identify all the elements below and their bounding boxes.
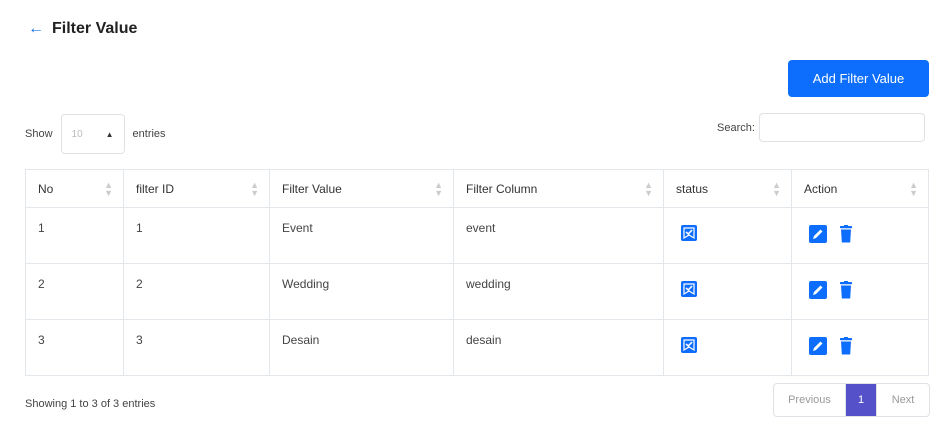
sort-icon: ▲ ▼ — [434, 180, 443, 198]
column-header-no[interactable]: No ▲ ▼ — [25, 169, 124, 208]
table-row: 2 2 Wedding wedding — [25, 263, 929, 320]
cell-filter-id: 2 — [123, 263, 270, 320]
entries-length-value: 10 — [71, 128, 83, 140]
action-buttons — [809, 281, 916, 299]
edit-icon[interactable] — [809, 337, 827, 355]
entries-label: entries — [132, 128, 166, 140]
cell-status — [663, 319, 792, 376]
cell-no: 1 — [25, 207, 124, 264]
cell-filter-value: Event — [269, 207, 454, 264]
table-row: 3 3 Desain desain — [25, 319, 929, 376]
page-header: ← Filter Value — [28, 20, 137, 38]
cell-no: 2 — [25, 263, 124, 320]
trash-icon[interactable] — [837, 281, 855, 299]
cell-filter-value: Wedding — [269, 263, 454, 320]
pagination: Previous 1 Next — [773, 383, 930, 417]
column-header-filter-column[interactable]: Filter Column ▲ ▼ — [453, 169, 664, 208]
search-control: Search: — [717, 113, 925, 142]
cell-status — [663, 207, 792, 264]
sort-icon: ▲ ▼ — [772, 180, 781, 198]
check-badge-icon[interactable] — [681, 281, 697, 297]
cell-action — [791, 319, 929, 376]
add-filter-value-button[interactable]: Add Filter Value — [788, 60, 929, 97]
check-badge-icon[interactable] — [681, 225, 697, 241]
page-title: Filter Value — [52, 20, 138, 37]
filter-value-table: No ▲ ▼ filter ID ▲ ▼ Filter Value ▲ ▼ Filter C… — [25, 169, 929, 376]
check-badge-icon[interactable] — [681, 337, 697, 353]
sort-icon: ▲ ▼ — [250, 180, 259, 198]
cell-filter-column: wedding — [453, 263, 664, 320]
table-row: 1 1 Event event — [25, 207, 929, 264]
column-header-filter-id[interactable]: filter ID ▲ ▼ — [123, 169, 270, 208]
search-input[interactable] — [758, 113, 925, 142]
cell-filter-id: 3 — [123, 319, 270, 376]
cell-filter-column: desain — [453, 319, 664, 376]
pagination-page-1[interactable]: 1 — [846, 384, 876, 416]
cell-action — [791, 263, 929, 320]
arrow-left-icon[interactable]: ← — [28, 21, 44, 37]
cell-filter-column: event — [453, 207, 664, 264]
trash-icon[interactable] — [837, 225, 855, 243]
column-header-status[interactable]: status ▲ ▼ — [663, 169, 792, 208]
show-label: Show — [25, 128, 53, 140]
edit-icon[interactable] — [809, 281, 827, 299]
pagination-previous[interactable]: Previous — [774, 384, 846, 416]
cell-no: 3 — [25, 319, 124, 376]
column-header-action[interactable]: Action ▲ ▼ — [791, 169, 929, 208]
table-header-row: No ▲ ▼ filter ID ▲ ▼ Filter Value ▲ ▼ Filter C… — [25, 169, 929, 208]
edit-icon[interactable] — [809, 225, 827, 243]
cell-filter-value: Desain — [269, 319, 454, 376]
column-header-filter-value[interactable]: Filter Value ▲ ▼ — [269, 169, 454, 208]
pagination-next[interactable]: Next — [876, 384, 929, 416]
action-buttons — [809, 337, 916, 355]
cell-action — [791, 207, 929, 264]
search-label: Search: — [717, 121, 755, 134]
entries-length-control: Show 10 ▲︎ entries — [25, 114, 166, 154]
cell-filter-id: 1 — [123, 207, 270, 264]
sort-icon: ▲ ▼ — [104, 180, 113, 198]
sort-icon: ▲ ▼ — [909, 180, 918, 198]
table-info: Showing 1 to 3 of 3 entries — [25, 398, 156, 410]
trash-icon[interactable] — [837, 337, 855, 355]
cell-status — [663, 263, 792, 320]
select-arrows-icon: ▲︎ — [105, 129, 114, 139]
entries-length-select[interactable]: 10 ▲︎ — [60, 114, 125, 154]
sort-icon: ▲ ▼ — [644, 180, 653, 198]
action-buttons — [809, 225, 916, 243]
